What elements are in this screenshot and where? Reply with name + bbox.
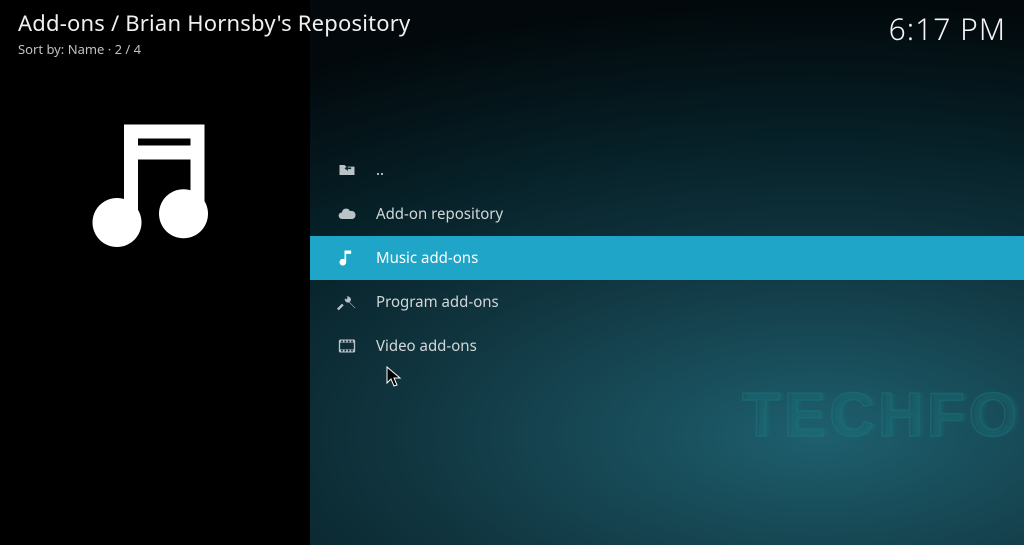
list-item-video-addons[interactable]: Video add-ons xyxy=(310,324,1024,368)
music-note-icon xyxy=(336,248,358,268)
sort-value: Name xyxy=(68,40,105,58)
sort-prefix: Sort by: xyxy=(18,40,68,58)
film-icon xyxy=(336,336,358,356)
clock: 6:17 PM xyxy=(889,8,1006,49)
sidebar xyxy=(0,0,310,545)
selected-item-large-icon xyxy=(0,100,310,275)
header: Add-ons / Brian Hornsby's Repository Sor… xyxy=(0,0,1024,58)
main-panel: .. Add-on repository Music add-ons xyxy=(310,0,1024,545)
list-position: 2 / 4 xyxy=(115,40,141,58)
list-item-label: Video add-ons xyxy=(376,336,477,356)
watermark-text: TECHFOLLOWS xyxy=(742,380,1024,451)
list-item-label: Music add-ons xyxy=(376,248,478,268)
breadcrumb: Add-ons / Brian Hornsby's Repository xyxy=(18,8,410,38)
sort-separator: · xyxy=(104,40,114,58)
list-item-label: .. xyxy=(376,160,384,180)
cloud-icon xyxy=(336,204,358,224)
list-item-music-addons[interactable]: Music add-ons xyxy=(310,236,1024,280)
list-item-label: Program add-ons xyxy=(376,292,499,312)
category-list: .. Add-on repository Music add-ons xyxy=(310,148,1024,368)
list-item-parent-dir[interactable]: .. xyxy=(310,148,1024,192)
list-item-addon-repository[interactable]: Add-on repository xyxy=(310,192,1024,236)
mouse-cursor-icon xyxy=(386,366,402,388)
parent-dir-icon xyxy=(336,160,358,180)
list-item-label: Add-on repository xyxy=(376,204,503,224)
tools-icon xyxy=(336,292,358,312)
sort-indicator[interactable]: Sort by: Name · 2 / 4 xyxy=(18,40,410,58)
list-item-program-addons[interactable]: Program add-ons xyxy=(310,280,1024,324)
